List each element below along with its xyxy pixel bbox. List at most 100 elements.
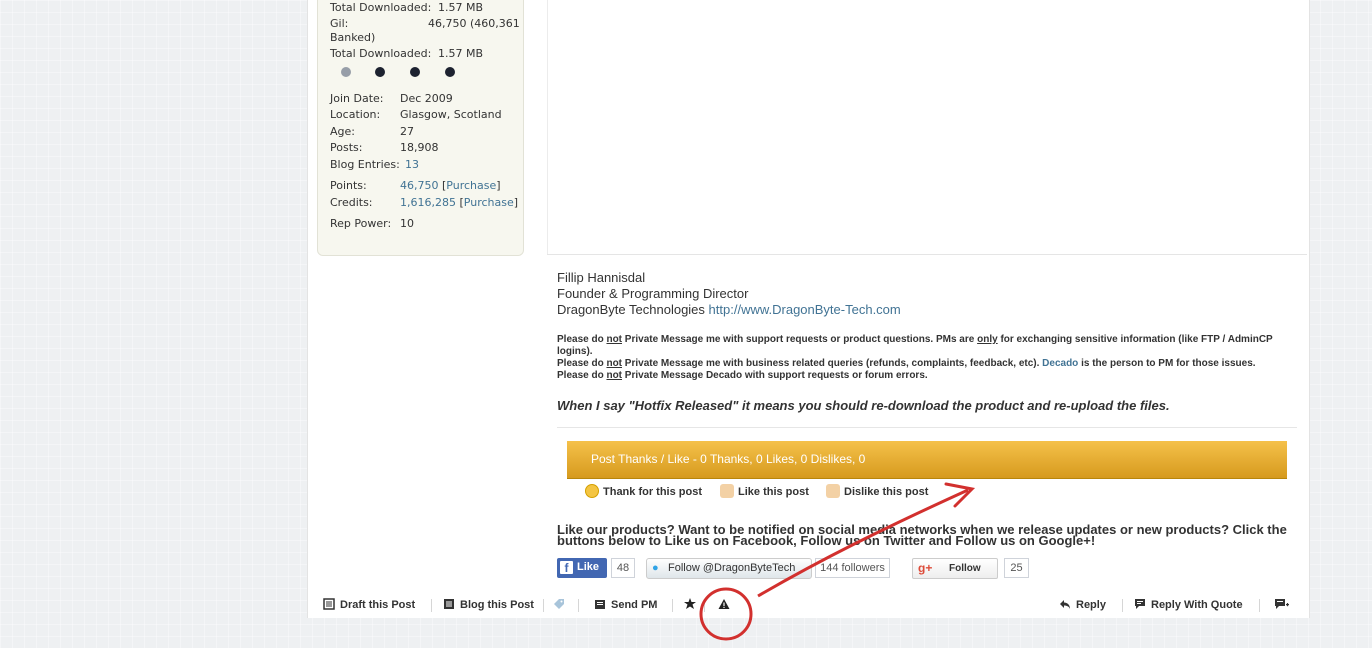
age-label: Age: bbox=[330, 125, 355, 138]
infraction-button[interactable] bbox=[684, 598, 701, 612]
info-value: 1.57 MB bbox=[438, 1, 484, 14]
rep-power-value: 10 bbox=[400, 217, 414, 230]
info-label: Gil: bbox=[330, 17, 349, 30]
credits-label: Credits: bbox=[330, 196, 373, 209]
reply-button[interactable]: Reply bbox=[1059, 598, 1106, 612]
info-value: 1.57 MB bbox=[438, 47, 484, 60]
rank-dot bbox=[445, 67, 455, 77]
rank-dot bbox=[341, 67, 351, 77]
notice-text: is the person to PM for those issues. bbox=[1078, 358, 1256, 369]
warning-icon bbox=[718, 599, 730, 609]
signature-notice-1: Please do not Private Message me with su… bbox=[557, 334, 1297, 358]
draft-post-label: Draft this Post bbox=[340, 599, 416, 611]
toolbar-separator bbox=[1122, 599, 1123, 612]
notice-text: Please do bbox=[557, 358, 607, 369]
notice-text: Private Message Decado with support requ… bbox=[622, 370, 928, 381]
rep-power-label: Rep Power: bbox=[330, 217, 392, 230]
signature-notice-2: Please do not Private Message me with bu… bbox=[557, 358, 1297, 370]
dislike-post-label: Dislike this post bbox=[844, 486, 929, 498]
twitter-follow-label: Follow @DragonByteTech bbox=[668, 562, 796, 574]
draft-post-button[interactable]: Draft this Post bbox=[323, 598, 415, 612]
notice-text: Please do bbox=[557, 370, 607, 381]
twitter-followers-count: 144 followers bbox=[815, 558, 890, 578]
points-value: 46,750 [Purchase] bbox=[400, 179, 501, 192]
send-pm-button[interactable]: Send PM bbox=[594, 598, 657, 612]
google-plus-count: 25 bbox=[1004, 558, 1029, 578]
bracket: ] bbox=[513, 196, 519, 209]
blog-icon bbox=[444, 599, 454, 609]
join-date-value: Dec 2009 bbox=[400, 92, 453, 105]
tag-icon bbox=[554, 599, 564, 609]
bracket: ] bbox=[496, 179, 501, 192]
thank-post-label: Thank for this post bbox=[603, 486, 702, 498]
toolbar-separator bbox=[543, 599, 544, 612]
toolbar-separator bbox=[704, 599, 705, 612]
twitter-follow-button[interactable]: ● Follow @DragonByteTech bbox=[646, 558, 812, 579]
signature-url-link[interactable]: http://www.DragonByte-Tech.com bbox=[709, 302, 901, 317]
location-value: Glasgow, Scotland bbox=[400, 108, 502, 121]
facebook-like-label: Like bbox=[577, 561, 600, 573]
post-thanks-summary: Post Thanks / Like - 0 Thanks, 0 Likes, … bbox=[591, 452, 866, 466]
multi-quote-icon bbox=[1275, 599, 1289, 609]
reply-with-quote-label: Reply With Quote bbox=[1151, 599, 1243, 611]
posts-value: 18,908 bbox=[400, 141, 439, 154]
multi-quote-button[interactable] bbox=[1274, 598, 1295, 612]
points-link[interactable]: 46,750 bbox=[400, 179, 439, 192]
quote-bubble-icon bbox=[1135, 599, 1145, 609]
signature-divider bbox=[547, 254, 1307, 255]
blog-entries-link[interactable]: 13 bbox=[405, 158, 419, 171]
twitter-bird-icon: ● bbox=[652, 562, 659, 574]
facebook-icon: f bbox=[560, 561, 573, 575]
toolbar-separator bbox=[578, 599, 579, 612]
notice-emph: only bbox=[977, 334, 998, 345]
dislike-post-button[interactable]: Dislike this post bbox=[826, 484, 928, 499]
points-purchase-link[interactable]: Purchase bbox=[446, 179, 496, 192]
notice-text: Private Message me with business related… bbox=[622, 358, 1043, 369]
google-plus-follow-button[interactable]: g+ Follow bbox=[912, 558, 998, 579]
points-label: Points: bbox=[330, 179, 367, 192]
thumbs-up-icon bbox=[720, 484, 734, 498]
signature-notice-3: Please do not Private Message Decado wit… bbox=[557, 370, 1297, 382]
rank-dot bbox=[410, 67, 420, 77]
location-label: Location: bbox=[330, 108, 381, 121]
bracket: [ bbox=[455, 196, 464, 209]
thank-post-button[interactable]: Thank for this post bbox=[585, 484, 702, 499]
send-pm-label: Send PM bbox=[611, 599, 658, 611]
posts-label: Posts: bbox=[330, 141, 363, 154]
info-label: Banked) bbox=[330, 31, 376, 44]
blog-post-button[interactable]: Blog this Post bbox=[443, 598, 534, 612]
credits-link[interactable]: 1,616,285 bbox=[400, 196, 456, 209]
tag-button[interactable] bbox=[553, 598, 570, 612]
user-info-box: Total Downloaded: 1.57 MB Gil: 46,750 (4… bbox=[317, 0, 524, 256]
report-post-button[interactable] bbox=[718, 598, 735, 612]
signature-end-divider bbox=[557, 427, 1297, 428]
post-toolbar: Draft this Post Blog this Post Send PM R… bbox=[307, 592, 1307, 618]
toolbar-separator bbox=[672, 599, 673, 612]
notice-text: Private Message me with support requests… bbox=[622, 334, 978, 345]
notice-emph: not bbox=[606, 334, 623, 345]
smiley-icon bbox=[585, 484, 599, 498]
facebook-like-button[interactable]: f Like bbox=[557, 558, 607, 578]
notice-text: Please do bbox=[557, 334, 607, 345]
signature-quote: When I say "Hotfix Released" it means yo… bbox=[557, 398, 1170, 413]
toolbar-separator bbox=[1259, 599, 1260, 612]
signature-name: Fillip Hannisdal bbox=[557, 270, 646, 285]
reply-arrow-icon bbox=[1060, 600, 1070, 609]
post-thanks-bar: Post Thanks / Like - 0 Thanks, 0 Likes, … bbox=[567, 441, 1287, 479]
google-plus-follow-label: Follow bbox=[949, 563, 981, 574]
star-burst-icon bbox=[684, 598, 696, 609]
like-post-label: Like this post bbox=[738, 486, 809, 498]
post-divider bbox=[547, 0, 548, 255]
info-label: Total Downloaded: bbox=[330, 1, 432, 14]
notice-emph: not bbox=[606, 358, 623, 369]
reply-with-quote-button[interactable]: Reply With Quote bbox=[1134, 598, 1243, 612]
decado-link[interactable]: Decado bbox=[1042, 358, 1078, 369]
reply-label: Reply bbox=[1076, 599, 1106, 611]
credits-purchase-link[interactable]: Purchase bbox=[464, 196, 514, 209]
thumbs-down-icon bbox=[826, 484, 840, 498]
toolbar-separator bbox=[431, 599, 432, 612]
join-date-label: Join Date: bbox=[330, 92, 384, 105]
like-post-button[interactable]: Like this post bbox=[720, 484, 809, 499]
notice-emph: not bbox=[606, 370, 623, 381]
signature-company-line: DragonByte Technologies http://www.Drago… bbox=[557, 302, 901, 318]
